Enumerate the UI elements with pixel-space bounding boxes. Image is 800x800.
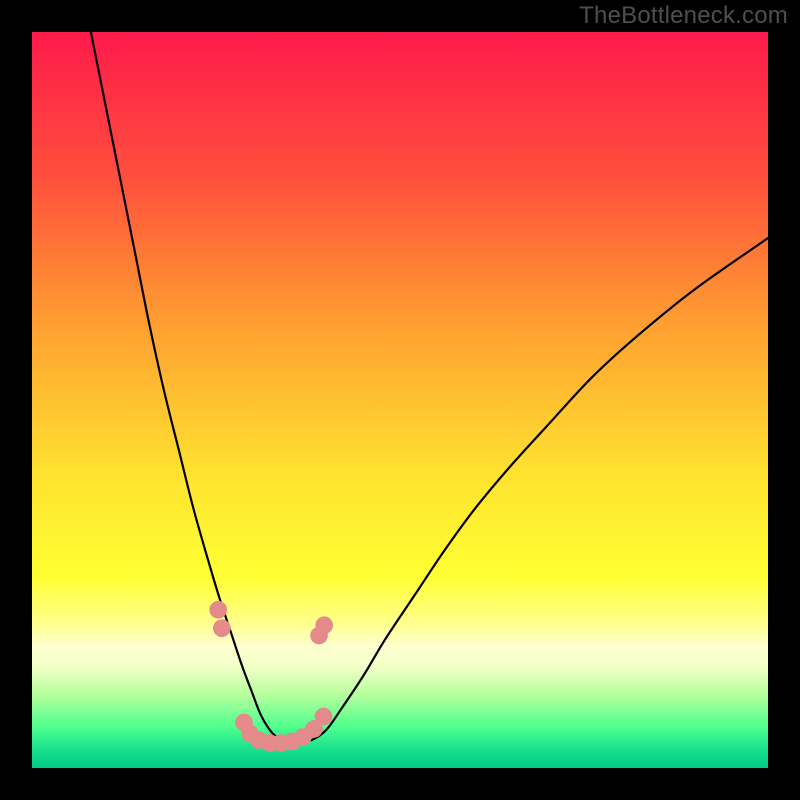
marker-dot: [213, 619, 231, 637]
bottleneck-curve: [91, 32, 768, 743]
chart-svg: [32, 32, 768, 768]
plot-area: [32, 32, 768, 768]
chart-frame: TheBottleneck.com: [0, 0, 800, 800]
marker-dot: [209, 601, 227, 619]
dotted-bottom-markers: [209, 601, 333, 752]
marker-dot: [315, 616, 333, 634]
watermark-text: TheBottleneck.com: [579, 2, 788, 30]
marker-dot: [315, 708, 333, 726]
